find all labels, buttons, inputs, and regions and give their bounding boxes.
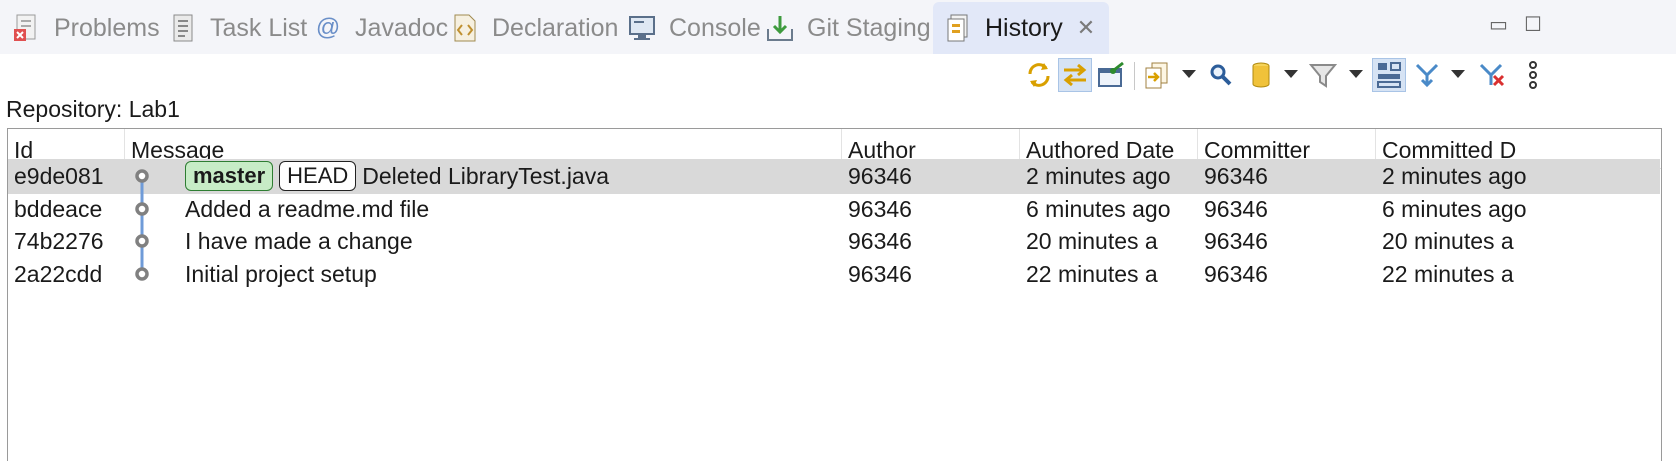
tab-label: Declaration — [492, 13, 619, 42]
sync-icon[interactable] — [1022, 58, 1056, 92]
repository-icon[interactable] — [1244, 58, 1278, 92]
authored-date: 22 minutes a — [1026, 261, 1158, 287]
history-toolbar — [0, 54, 1676, 98]
git-staging-icon — [765, 13, 795, 43]
table-row[interactable]: bddeace Added a readme.md file 96346 6 m… — [8, 192, 1660, 227]
compare-mode-dropdown[interactable] — [1182, 70, 1196, 78]
commit-author: 96346 — [848, 261, 912, 287]
tab-console[interactable]: Console — [617, 2, 761, 54]
filter-icon[interactable] — [1306, 58, 1340, 92]
commit-message: Initial project setup — [185, 261, 377, 287]
compare-mode-icon[interactable] — [1140, 58, 1174, 92]
filter-dropdown[interactable] — [1349, 70, 1363, 78]
committed-date: 6 minutes ago — [1382, 196, 1527, 222]
more-icon[interactable] — [1516, 58, 1550, 92]
declaration-icon — [450, 13, 480, 43]
commit-id: bddeace — [14, 196, 103, 222]
repository-dropdown[interactable] — [1284, 70, 1298, 78]
repository-label: Repository: Lab1 — [6, 96, 180, 122]
commit-author: 96346 — [848, 228, 912, 254]
commit-id: e9de081 — [14, 163, 104, 189]
table-row[interactable]: 74b2276 I have made a change 96346 20 mi… — [8, 224, 1660, 259]
authored-date: 20 minutes a — [1026, 228, 1158, 254]
commit-message: I have made a change — [185, 228, 413, 254]
tab-javadoc[interactable]: @ Javadoc — [303, 2, 448, 54]
link-with-selection-icon[interactable] — [1058, 58, 1092, 92]
table-row[interactable]: 2a22cdd Initial project setup 96346 22 m… — [8, 257, 1660, 292]
authored-date: 2 minutes ago — [1026, 163, 1171, 189]
close-tab-icon[interactable]: ✕ — [1077, 15, 1095, 41]
tab-problems[interactable]: Problems — [2, 2, 160, 54]
commit-author: 96346 — [848, 196, 912, 222]
authored-date: 6 minutes ago — [1026, 196, 1171, 222]
commit-id: 2a22cdd — [14, 261, 103, 287]
committed-date: 22 minutes a — [1382, 261, 1514, 287]
commit-author: 96346 — [848, 163, 912, 189]
commit-committer: 96346 — [1204, 261, 1268, 287]
maximize-view-button[interactable]: ☐ — [1524, 12, 1542, 37]
commit-id: 74b2276 — [14, 228, 104, 254]
remove-icon[interactable] — [1474, 58, 1508, 92]
search-icon[interactable] — [1204, 58, 1238, 92]
merge-dropdown[interactable] — [1451, 70, 1465, 78]
history-table: Id Message Author Authored Date Committe… — [7, 128, 1662, 461]
minimize-view-button[interactable]: ▭ — [1489, 12, 1508, 37]
tab-label: History — [985, 13, 1063, 42]
tab-label: Git Staging — [807, 13, 931, 42]
tab-label: Task List — [210, 13, 308, 42]
table-row[interactable]: e9de081 master HEAD Deleted LibraryTest.ja… — [8, 159, 1660, 194]
commit-committer: 96346 — [1204, 163, 1268, 189]
console-icon — [627, 13, 657, 43]
tab-history[interactable]: History ✕ — [933, 2, 1110, 54]
commit-message: Added a readme.md file — [185, 196, 430, 222]
history-icon — [943, 13, 973, 43]
tab-label: Problems — [54, 13, 160, 42]
task-list-icon — [168, 13, 198, 43]
commit-committer: 96346 — [1204, 196, 1268, 222]
tab-label: Javadoc — [355, 13, 449, 42]
commit-message-cell: master HEAD Deleted LibraryTest.java — [185, 159, 835, 194]
merge-icon[interactable] — [1410, 58, 1444, 92]
tab-task-list[interactable]: Task List — [158, 2, 307, 54]
tab-declaration[interactable]: Declaration — [440, 2, 618, 54]
commit-message: Deleted LibraryTest.java — [362, 163, 610, 189]
committed-date: 2 minutes ago — [1382, 163, 1527, 189]
tab-label: Console — [669, 13, 761, 42]
commit-committer: 96346 — [1204, 228, 1268, 254]
problems-icon — [12, 13, 42, 43]
at-sign-icon: @ — [315, 14, 341, 41]
show-all-branches-icon[interactable] — [1372, 58, 1406, 92]
view-tab-bar: Problems Task List @ Javadoc Declaration… — [0, 0, 1676, 54]
branch-ref-badge[interactable]: master — [185, 160, 274, 191]
pin-icon[interactable] — [1094, 58, 1128, 92]
committed-date: 20 minutes a — [1382, 228, 1514, 254]
head-ref-badge[interactable]: HEAD — [279, 160, 357, 191]
tab-git-staging[interactable]: Git Staging — [755, 2, 931, 54]
